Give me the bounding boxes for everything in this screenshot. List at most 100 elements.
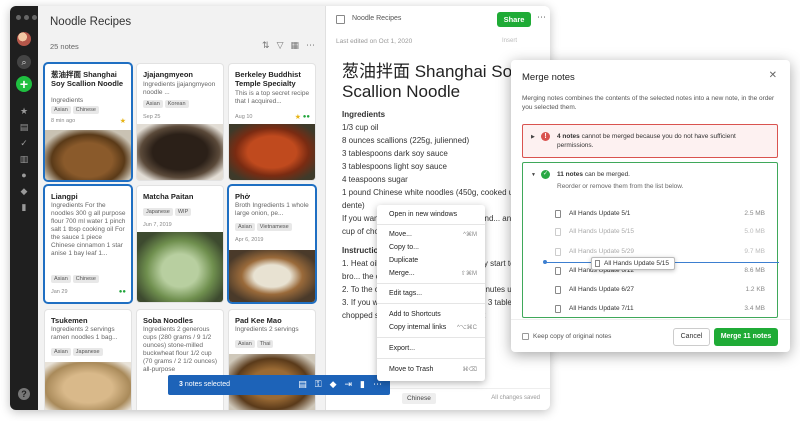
note-card[interactable]: Jjajangmyeon Ingredients jjajangmyeon no… (137, 64, 223, 180)
document-icon (555, 228, 561, 236)
chevron-right-icon[interactable]: ▶ (531, 134, 535, 140)
note-card[interactable]: Matcha Paitan Japanese WIP Jun 7, 2019 (137, 186, 223, 302)
error-panel[interactable]: ▶ ! 4 notes cannot be merged because you… (522, 124, 778, 158)
menu-item-copy-to[interactable]: Copy to... (389, 242, 477, 254)
keep-copy-checkbox[interactable] (522, 333, 529, 340)
tag[interactable]: Asian (51, 106, 71, 114)
tag[interactable]: Vietnamese (256, 223, 292, 231)
tag[interactable]: Asian (235, 223, 255, 231)
star-icon: ★ (294, 114, 301, 121)
close-icon[interactable]: ✕ (769, 70, 777, 81)
chevron-down-icon[interactable]: ▼ (531, 172, 536, 178)
document-icon (595, 260, 600, 267)
tag[interactable]: Asian (235, 340, 255, 348)
note-card[interactable]: Tsukemen Ingredients 2 servings ramen no… (45, 310, 131, 410)
note-tag[interactable]: Chinese (402, 393, 436, 404)
tag[interactable]: Japanese (72, 348, 103, 356)
keep-copy-label[interactable]: Keep copy of original notes (533, 333, 611, 340)
more-icon[interactable]: ⋯ (537, 12, 546, 23)
note-snippet: Ingredients 2 servings ramen noodles 1 b… (51, 326, 118, 341)
note-card[interactable]: Liangpi Ingredients For the noodles 300 … (45, 186, 131, 302)
checklist-icon[interactable]: ✓ (19, 138, 29, 148)
reorder-hint: Reorder or remove them from the list bel… (557, 183, 684, 190)
menu-item-move[interactable]: Move... ^⌘M (389, 229, 477, 241)
tag[interactable]: Asian (143, 100, 163, 108)
tag[interactable]: Chinese (72, 275, 99, 283)
menu-item-export[interactable]: Export... (389, 343, 477, 355)
trash-icon[interactable]: ▮ (360, 379, 365, 390)
search-icon[interactable]: ⌕ (17, 55, 31, 69)
tag[interactable]: Asian (51, 348, 71, 356)
note-title: Jjajangmyeon (143, 70, 194, 79)
window-controls[interactable] (16, 15, 37, 20)
view-icon[interactable]: ▦ (290, 40, 299, 51)
tags-icon[interactable]: ◆ (19, 186, 29, 196)
note-snippet: Ingredients For the noodles 300 g all pu… (51, 202, 126, 257)
note-snippet: This is a top secret recipe that I acqui… (235, 90, 310, 105)
note-snippet: Broth Ingredients 1 whole large onion, p… (235, 202, 309, 217)
menu-item-add-shortcut[interactable]: Add to Shortcuts (389, 309, 477, 321)
note-date: Jun 7, 2019 (143, 222, 172, 228)
note-date: Aug 10 (235, 114, 253, 120)
note-title: 葱油拌面 Shanghai Soy Scallion Noodle (51, 70, 124, 88)
mergeable-panel: ▼ ✓ 11 notes can be merged. Reorder or r… (522, 162, 778, 318)
shared-icon[interactable]: ● (19, 170, 29, 180)
note-title: Soba Noodles (143, 316, 194, 325)
dialog-description: Merging notes combines the contents of t… (522, 95, 775, 111)
help-icon[interactable]: ? (18, 388, 30, 400)
menu-item-edit-tags[interactable]: Edit tags... (389, 288, 477, 300)
merge-button[interactable]: Merge 11 notes (714, 328, 778, 346)
notebooks-icon[interactable]: ▥ (19, 154, 29, 164)
shortcuts-icon[interactable]: ★ (19, 106, 29, 116)
list-item[interactable]: All Hands Update 7/11 3.4 MB (555, 304, 775, 316)
note-title: Pad Kee Mao (235, 316, 282, 325)
note-card[interactable]: Phở Broth Ingredients 1 whole large onio… (229, 186, 315, 302)
more-icon[interactable]: ⋯ (306, 40, 315, 51)
editor-notebook[interactable]: Noodle Recipes (352, 15, 401, 22)
note-card[interactable]: Pad Kee Mao Ingredients 2 servings Asian… (229, 310, 315, 410)
menu-item-duplicate[interactable]: Duplicate (389, 255, 477, 267)
note-thumbnail (137, 124, 223, 180)
note-card[interactable]: 葱油拌面 Shanghai Soy Scallion Noodle Ingred… (45, 64, 131, 180)
tag[interactable]: Japanese (143, 208, 173, 216)
menu-item-trash[interactable]: Move to Trash ⌘⌫ (389, 364, 477, 376)
note-icon[interactable]: ▤ (298, 379, 307, 390)
share-button[interactable]: Share (497, 12, 531, 27)
menu-item-merge[interactable]: Merge... ⇧⌘M (389, 268, 477, 280)
list-item[interactable]: All Hands Update 6/27 1.2 KB (555, 285, 775, 297)
nav-rail: ⌕ + ★ ▤ ✓ ▥ ● ◆ ▮ ? (10, 6, 38, 410)
tag[interactable]: Asian (51, 275, 71, 283)
sort-icon[interactable]: ⇅ (262, 40, 270, 51)
error-icon: ! (541, 132, 550, 141)
list-item[interactable]: All Hands Update 5/15 5.0 MB (555, 227, 775, 239)
dialog-title: Merge notes (522, 72, 575, 83)
menu-item-open-new-window[interactable]: Open in new windows (389, 209, 477, 221)
note-card[interactable]: Soba Noodles Ingredients 2 generous cups… (137, 310, 223, 410)
document-icon (555, 248, 561, 256)
cancel-button[interactable]: Cancel (673, 328, 710, 346)
tag[interactable]: WIP (174, 208, 192, 216)
tag-icon[interactable]: ◆ (330, 379, 337, 390)
shared-icon: ●● (302, 114, 310, 120)
lock-icon[interactable]: ⚿ (315, 379, 322, 390)
note-card[interactable]: Berkeley Buddhist Temple Specialty This … (229, 64, 315, 180)
tag[interactable]: Thai (256, 340, 274, 348)
notes-icon[interactable]: ▤ (19, 122, 29, 132)
trash-icon[interactable]: ▮ (19, 202, 29, 212)
tag[interactable]: Chinese (72, 106, 99, 114)
document-icon (555, 286, 561, 294)
dragged-item[interactable]: All Hands Update 5/15 (591, 257, 675, 270)
expand-icon[interactable] (336, 15, 345, 24)
insert-button[interactable]: Insert (502, 38, 517, 44)
document-icon (555, 305, 561, 313)
avatar[interactable] (17, 32, 31, 46)
tag[interactable]: Korean (164, 100, 189, 108)
list-toolbar: ⇅ ▽ ▦ ⋯ (262, 40, 315, 51)
move-icon[interactable]: ⇥ (345, 379, 353, 390)
context-menu: Open in new windows Move... ^⌘M Copy to..… (377, 205, 485, 381)
menu-item-copy-links[interactable]: Copy internal links ^⌥⌘C (389, 322, 477, 334)
new-note-button[interactable]: + (16, 76, 32, 92)
list-item[interactable]: All Hands Update 5/1 2.5 MB (555, 209, 775, 221)
note-thumbnail (45, 130, 131, 180)
filter-icon[interactable]: ▽ (277, 40, 284, 51)
